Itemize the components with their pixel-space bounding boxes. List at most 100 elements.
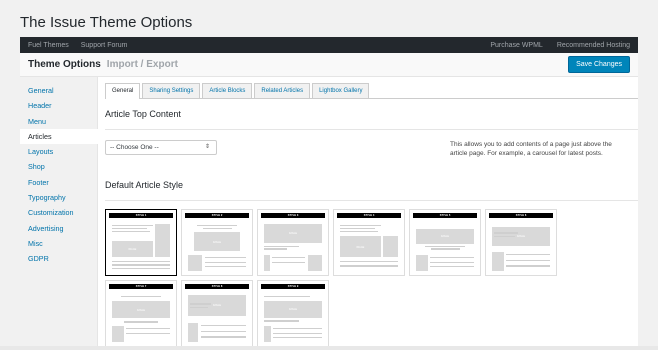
sidebar-item-misc[interactable]: Misc — [20, 236, 97, 251]
article-style-option-5[interactable]: STYLE 5 IMAGE — [409, 209, 481, 276]
text-line-placeholder — [196, 224, 238, 227]
text-line-placeholder — [112, 260, 170, 262]
article-style-option-4[interactable]: STYLE 4 IMAGE — [333, 209, 405, 276]
tab-article-blocks[interactable]: Article Blocks — [202, 83, 253, 98]
style-thumbnail: IMAGE — [264, 224, 322, 271]
text-line-placeholder — [429, 261, 474, 263]
text-line-placeholder — [340, 224, 381, 227]
text-line-placeholder — [272, 256, 305, 259]
image-placeholder-label: IMAGE — [356, 245, 365, 249]
image-placeholder: IMAGE — [340, 236, 381, 257]
theme-options-title[interactable]: Theme Options — [28, 59, 101, 70]
save-changes-button[interactable]: Save Changes — [568, 56, 630, 73]
article-tabs: General Sharing Settings Article Blocks … — [105, 83, 638, 99]
image-placeholder: IMAGE — [264, 300, 322, 318]
tab-general[interactable]: General — [105, 83, 141, 99]
page-title: The Issue Theme Options — [20, 14, 193, 31]
text-line-placeholder — [273, 337, 322, 339]
sidebar-item-articles[interactable]: Articles — [20, 128, 98, 145]
text-line-placeholder — [340, 260, 398, 262]
image-placeholder: IMAGE — [193, 232, 241, 252]
style-thumbnail: IMAGE — [188, 224, 246, 271]
image-placeholder — [188, 255, 202, 271]
text-line-placeholder — [272, 261, 305, 263]
text-line-placeholder — [112, 224, 153, 227]
sidebar-item-layouts[interactable]: Layouts — [20, 144, 97, 159]
tab-related-articles[interactable]: Related Articles — [254, 83, 311, 98]
article-top-content-heading: Article Top Content — [105, 109, 638, 130]
image-placeholder-label: IMAGE — [128, 248, 137, 252]
image-placeholder: IMAGE — [112, 240, 153, 257]
image-placeholder: IMAGE — [188, 295, 246, 316]
text-line-placeholder — [190, 303, 212, 305]
text-line-placeholder — [125, 332, 170, 334]
import-export-link[interactable]: Import / Export — [107, 59, 178, 70]
text-line-placeholder — [200, 330, 246, 332]
article-style-option-3[interactable]: STYLE 3 IMAGE — [257, 209, 329, 276]
image-placeholder-label: IMAGE — [288, 308, 298, 312]
sidebar-item-header[interactable]: Header — [20, 98, 97, 113]
article-style-grid: STYLE 1 IMAGE STYLE 2 IMAGE STYLE 3 IMAGE STYL… — [105, 209, 638, 347]
article-style-option-6[interactable]: STYLE 6 IMAGE — [485, 209, 557, 276]
image-placeholder-label: IMAGE — [440, 235, 450, 239]
article-top-content-description: This allows you to add contents of a pag… — [450, 141, 612, 157]
style-label: STYLE 7 — [109, 284, 173, 289]
text-line-placeholder — [340, 227, 375, 229]
text-line-placeholder — [505, 254, 550, 256]
purchase-wpml-link[interactable]: Purchase WPML — [490, 42, 543, 49]
text-line-placeholder — [505, 265, 550, 267]
image-placeholder-label: IMAGE — [136, 308, 146, 312]
sidebar-item-shop[interactable]: Shop — [20, 159, 97, 174]
article-style-option-1[interactable]: STYLE 1 IMAGE — [105, 209, 177, 276]
text-line-placeholder — [112, 230, 151, 232]
style-thumbnail: IMAGE — [416, 224, 474, 271]
style-label: STYLE 2 — [185, 213, 249, 218]
text-line-placeholder — [205, 261, 246, 263]
fuel-themes-link[interactable]: Fuel Themes — [28, 42, 69, 49]
article-style-option-9[interactable]: STYLE 9 IMAGE — [257, 280, 329, 347]
text-line-placeholder — [273, 332, 322, 334]
horizontal-scrollbar[interactable] — [0, 346, 658, 350]
image-placeholder — [112, 326, 124, 342]
image-placeholder: IMAGE — [416, 228, 474, 244]
tab-lightbox-gallery[interactable]: Lightbox Gallery — [312, 83, 370, 98]
sidebar-item-footer[interactable]: Footer — [20, 175, 97, 190]
style-thumbnail: IMAGE — [188, 295, 246, 342]
article-style-option-8[interactable]: STYLE 8 IMAGE — [181, 280, 253, 347]
image-placeholder — [154, 224, 170, 257]
style-label: STYLE 1 — [109, 213, 173, 218]
text-line-placeholder — [494, 232, 518, 234]
options-sidebar: General Header Menu Articles Layouts Sho… — [20, 77, 98, 350]
sidebar-item-advertising[interactable]: Advertising — [20, 221, 97, 236]
sidebar-item-typography[interactable]: Typography — [20, 190, 97, 205]
text-line-placeholder — [340, 230, 379, 232]
image-placeholder — [188, 323, 199, 342]
style-label: STYLE 5 — [413, 213, 477, 218]
sidebar-item-customization[interactable]: Customization — [20, 205, 97, 220]
recommended-hosting-link[interactable]: Recommended Hosting — [557, 42, 630, 49]
support-forum-link[interactable]: Support Forum — [81, 42, 128, 49]
top-links-bar: Fuel Themes Support Forum Purchase WPML … — [20, 37, 638, 53]
image-placeholder: IMAGE — [264, 224, 322, 243]
sidebar-item-general[interactable]: General — [20, 83, 97, 98]
text-line-placeholder — [205, 266, 246, 268]
text-line-placeholder — [430, 248, 460, 250]
text-line-placeholder — [112, 268, 170, 270]
style-label: STYLE 3 — [261, 213, 325, 218]
text-line-placeholder — [505, 259, 550, 261]
text-line-placeholder — [340, 265, 398, 267]
text-line-placeholder — [202, 227, 232, 229]
style-label: STYLE 9 — [261, 284, 325, 289]
text-line-placeholder — [190, 307, 208, 309]
article-top-content-select[interactable]: -- Choose One -- ⇕ — [105, 140, 217, 155]
article-style-option-7[interactable]: STYLE 7 IMAGE — [105, 280, 177, 347]
image-placeholder-label: IMAGE — [288, 232, 298, 236]
text-line-placeholder — [120, 295, 162, 298]
sidebar-item-menu[interactable]: Menu — [20, 114, 97, 129]
image-placeholder — [264, 255, 270, 271]
tab-sharing-settings[interactable]: Sharing Settings — [142, 83, 201, 98]
sidebar-item-gdpr[interactable]: GDPR — [20, 251, 97, 266]
article-style-option-2[interactable]: STYLE 2 IMAGE — [181, 209, 253, 276]
text-line-placeholder — [200, 325, 246, 327]
image-placeholder — [416, 255, 428, 271]
